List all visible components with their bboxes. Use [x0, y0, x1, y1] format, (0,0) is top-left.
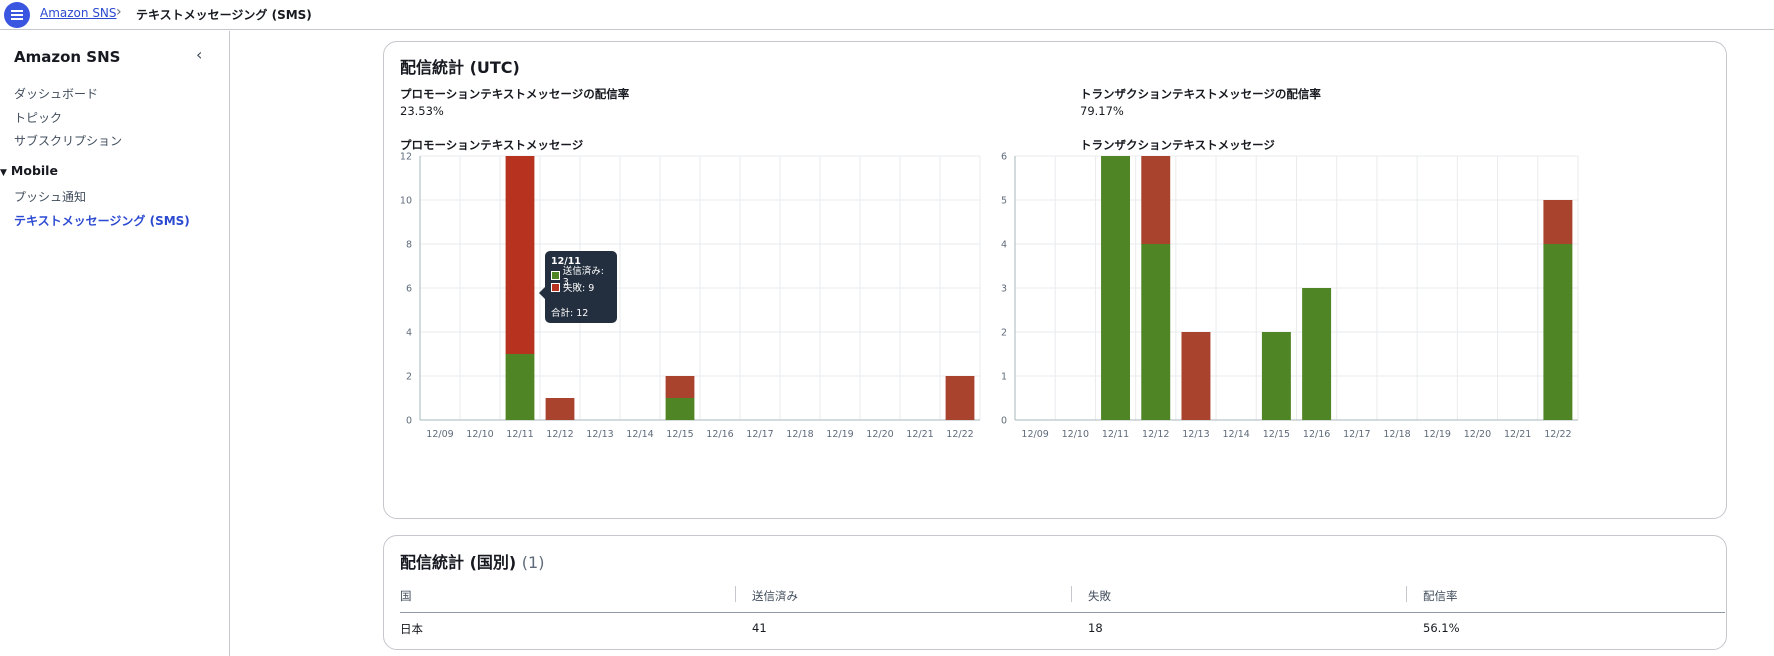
country-panel-title: 配信統計 (国別) (1): [400, 549, 544, 573]
country-title-text: 配信統計 (国別): [400, 553, 517, 572]
column-divider[interactable]: [735, 586, 736, 602]
y-tick-label: 4: [1001, 240, 1007, 251]
bar-failed-12-22[interactable]: [1543, 200, 1573, 244]
table-header-divider: [400, 612, 1725, 613]
y-tick-label: 1: [1001, 372, 1007, 383]
y-tick-label: 3: [1001, 284, 1007, 295]
bar-failed-12-12[interactable]: [1141, 156, 1171, 244]
tooltip-failed: 失敗: 9: [563, 283, 595, 294]
x-tick-label: 12/20: [1464, 429, 1491, 440]
bar-sent-12-16[interactable]: [1302, 288, 1332, 420]
table-cell-failed: 18: [1088, 621, 1103, 635]
column-header-country[interactable]: 国: [400, 588, 412, 604]
x-tick-label: 12/17: [1343, 429, 1370, 440]
sidebar: Amazon SNS ‹ ダッシュボード トピック サブスクリプション ▼ Mob…: [0, 31, 230, 656]
sidebar-item-subscriptions[interactable]: サブスクリプション: [14, 132, 122, 149]
top-navigation-bar: Amazon SNS › テキストメッセージング (SMS): [0, 0, 1774, 30]
country-stats-panel: 配信統計 (国別) (1) 国 送信済み 失敗 配信率 日本 41 18 56.…: [383, 535, 1727, 650]
x-tick-label: 12/10: [1062, 429, 1089, 440]
x-tick-label: 12/21: [1504, 429, 1531, 440]
hamburger-icon: [11, 10, 23, 20]
breadcrumb-service-link[interactable]: Amazon SNS: [40, 6, 117, 20]
x-tick-label: 12/22: [1544, 429, 1571, 440]
sidebar-section-mobile[interactable]: ▼ Mobile: [0, 163, 58, 178]
sidebar-item-topics[interactable]: トピック: [14, 109, 62, 126]
bar-sent-12-15[interactable]: [1261, 332, 1291, 420]
column-header-rate[interactable]: 配信率: [1423, 588, 1458, 604]
sidebar-title: Amazon SNS: [14, 48, 121, 66]
table-cell-rate: 56.1%: [1423, 621, 1460, 635]
column-divider[interactable]: [1406, 586, 1407, 602]
table-cell-country: 日本: [400, 622, 423, 636]
x-tick-label: 12/19: [1424, 429, 1451, 440]
y-tick-label: 5: [1001, 196, 1007, 207]
x-tick-label: 12/11: [1102, 429, 1129, 440]
chevron-left-icon[interactable]: ‹: [196, 45, 202, 64]
chevron-right-icon: ›: [116, 4, 122, 20]
bar-failed-12-13[interactable]: [1181, 332, 1211, 420]
table-cell-sent: 41: [752, 621, 767, 635]
breadcrumb-current: テキストメッセージング (SMS): [136, 8, 312, 22]
x-tick-label: 12/16: [1303, 429, 1330, 440]
caret-down-icon: ▼: [0, 168, 7, 178]
sidebar-item-push[interactable]: プッシュ通知: [14, 188, 86, 205]
x-tick-label: 12/15: [1263, 429, 1290, 440]
column-header-sent[interactable]: 送信済み: [752, 588, 798, 604]
bar-sent-12-12[interactable]: [1141, 244, 1171, 420]
sidebar-item-dashboard[interactable]: ダッシュボード: [14, 85, 98, 102]
chart-tooltip: 12/11 送信済み: 3 失敗: 9 合計: 12: [539, 251, 617, 323]
sidebar-item-sms[interactable]: テキストメッセージング (SMS): [14, 212, 190, 229]
y-tick-label: 6: [1001, 152, 1007, 163]
bar-sent-12-11[interactable]: [1101, 156, 1131, 420]
x-tick-label: 12/09: [1021, 429, 1048, 440]
x-tick-label: 12/18: [1383, 429, 1410, 440]
sidebar-section-label: Mobile: [10, 163, 58, 178]
menu-button[interactable]: [4, 2, 30, 28]
failed-swatch: [551, 282, 560, 292]
column-header-failed[interactable]: 失敗: [1088, 588, 1111, 604]
y-tick-label: 2: [1001, 328, 1007, 339]
bar-sent-12-22[interactable]: [1543, 244, 1573, 420]
x-tick-label: 12/13: [1182, 429, 1209, 440]
y-tick-label: 0: [1001, 416, 1007, 427]
country-count: (1): [521, 553, 545, 572]
column-divider[interactable]: [1071, 586, 1072, 602]
tooltip-total: 合計: 12: [551, 308, 589, 319]
x-tick-label: 12/14: [1222, 429, 1249, 440]
x-tick-label: 12/12: [1142, 429, 1169, 440]
sent-swatch: [551, 270, 560, 280]
